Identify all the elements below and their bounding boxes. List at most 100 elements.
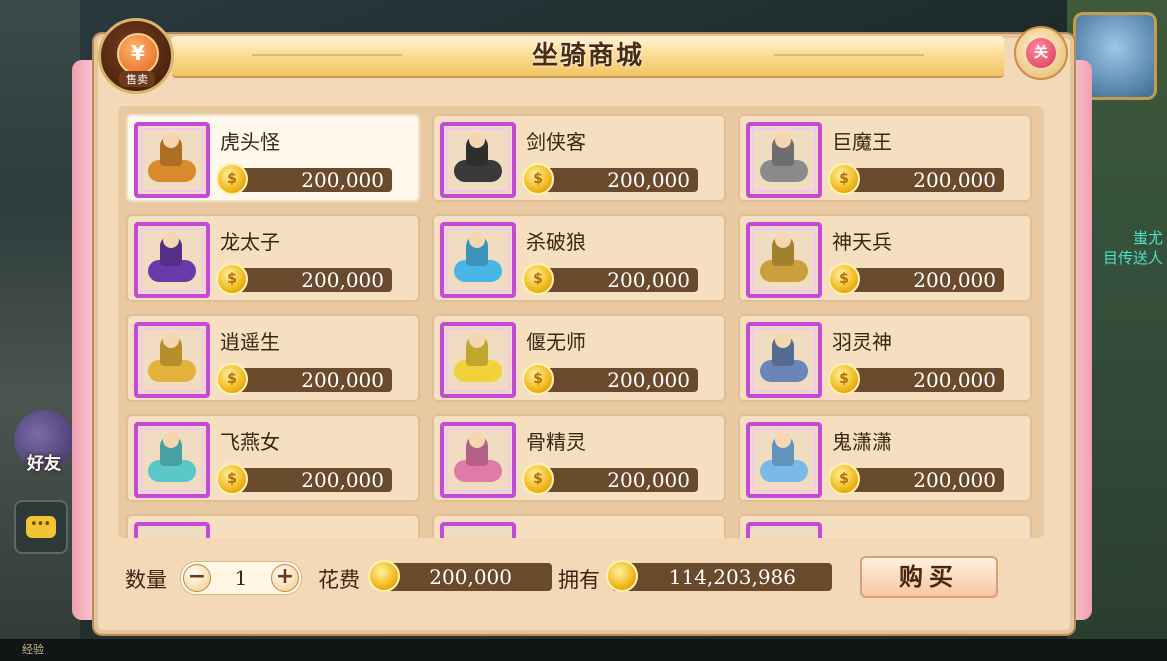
mount-price: 200,000 [301, 168, 384, 192]
price-display: 200,000 [530, 468, 698, 492]
chat-button[interactable] [14, 500, 68, 554]
gold-coin-icon: $ [828, 263, 860, 295]
mount-item-card-partial[interactable] [432, 514, 726, 538]
mount-name: 逍遥生 [220, 330, 280, 354]
close-label: 关 [1034, 45, 1048, 61]
mount-thumbnail [440, 222, 516, 298]
mount-thumbnail [134, 122, 210, 198]
mount-name: 飞燕女 [220, 430, 280, 454]
mount-item-card[interactable]: 巨魔王 200,000 $ [738, 114, 1032, 202]
mount-item-card[interactable]: 虎头怪 200,000 $ [126, 114, 420, 202]
close-icon: 关 [1026, 38, 1056, 68]
mount-grid[interactable]: 虎头怪 200,000 $ 剑侠客 200,000 $ 巨魔王 200,000 $ 龙太子 200,… [118, 106, 1044, 538]
mount-price: 200,000 [607, 368, 690, 392]
price-display: 200,000 [836, 168, 1004, 192]
mount-price: 200,000 [607, 268, 690, 292]
price-display: 200,000 [224, 368, 392, 392]
cost-label: 花费 [318, 568, 360, 592]
gold-coin-icon: $ [522, 263, 554, 295]
mount-thumbnail [440, 522, 516, 538]
coin-glyph: $ [533, 171, 543, 187]
coin-glyph: $ [227, 371, 237, 387]
gold-coin-icon: $ [216, 263, 248, 295]
sell-coin-glyph: ¥ [131, 41, 145, 65]
gold-coin-icon: $ [216, 363, 248, 395]
chat-icon [26, 516, 56, 538]
rider-head [163, 432, 179, 448]
mount-item-card[interactable]: 飞燕女 200,000 $ [126, 414, 420, 502]
gold-coin-icon: $ [828, 463, 860, 495]
mount-item-card[interactable]: 杀破狼 200,000 $ [432, 214, 726, 302]
mount-thumbnail [440, 122, 516, 198]
gold-coin-icon: $ [216, 463, 248, 495]
friends-button[interactable]: 好友 [14, 410, 74, 474]
mount-item-card-partial[interactable] [738, 514, 1032, 538]
quantity-minus-button[interactable]: − [183, 564, 211, 592]
price-display: 200,000 [836, 268, 1004, 292]
mount-item-card[interactable]: 剑侠客 200,000 $ [432, 114, 726, 202]
mount-item-card[interactable]: 偃无师 200,000 $ [432, 314, 726, 402]
coin-glyph: $ [227, 171, 237, 187]
title-bar: 坐骑商城 [172, 36, 1004, 78]
mount-price: 200,000 [301, 368, 384, 392]
gold-coin-icon: $ [522, 463, 554, 495]
mount-thumbnail [440, 422, 516, 498]
quantity-value[interactable]: 1 [211, 562, 271, 594]
sell-coin-icon: ¥ [117, 33, 159, 75]
rider-head [469, 332, 485, 348]
sell-label: 售卖 [119, 71, 155, 87]
mount-thumbnail [746, 422, 822, 498]
mount-item-card[interactable]: 羽灵神 200,000 $ [738, 314, 1032, 402]
mount-price: 200,000 [607, 168, 690, 192]
mount-price: 200,000 [913, 468, 996, 492]
mount-name: 神天兵 [832, 230, 892, 254]
price-display: 200,000 [530, 268, 698, 292]
quantity-plus-button[interactable]: + [271, 564, 299, 592]
rider-head [469, 232, 485, 248]
gold-coin-icon: $ [828, 363, 860, 395]
mount-price: 200,000 [607, 468, 690, 492]
npc-role-text: 目传送人 [1102, 249, 1163, 267]
sell-button[interactable]: ¥ 售卖 [98, 18, 174, 94]
rider-head [469, 432, 485, 448]
purchase-bar: 数量 − 1 + 花费 200,000 拥有 114,203,986 购买 [118, 552, 1044, 608]
bottom-status-bar: 经验 [0, 639, 1167, 661]
coin-glyph: $ [839, 171, 849, 187]
owned-display: 114,203,986 [612, 563, 832, 591]
close-button[interactable]: 关 [1014, 26, 1068, 80]
mount-item-card[interactable]: 神天兵 200,000 $ [738, 214, 1032, 302]
quantity-label: 数量 [125, 568, 167, 592]
coin-glyph: $ [533, 271, 543, 287]
background-npc-text: 蚩尤 目传送人 [1103, 228, 1163, 268]
price-display: 200,000 [224, 268, 392, 292]
mount-price: 200,000 [913, 268, 996, 292]
mount-item-card-partial[interactable] [126, 514, 420, 538]
rider-head [775, 132, 791, 148]
mount-item-card[interactable]: 逍遥生 200,000 $ [126, 314, 420, 402]
mount-name: 虎头怪 [220, 130, 280, 154]
mount-item-card[interactable]: 骨精灵 200,000 $ [432, 414, 726, 502]
owned-coin-icon [606, 560, 638, 592]
cost-coin-icon [368, 560, 400, 592]
coin-glyph: $ [533, 471, 543, 487]
mount-thumbnail [134, 522, 210, 538]
mount-thumbnail [746, 522, 822, 538]
mount-thumbnail [134, 322, 210, 398]
rider-head [163, 232, 179, 248]
cost-value: 200,000 [429, 565, 512, 589]
mount-thumbnail [746, 122, 822, 198]
buy-button[interactable]: 购买 [860, 556, 998, 598]
rider-head [163, 132, 179, 148]
price-display: 200,000 [530, 168, 698, 192]
coin-glyph: $ [533, 371, 543, 387]
price-display: 200,000 [224, 168, 392, 192]
rider-head [469, 132, 485, 148]
price-display: 200,000 [836, 468, 1004, 492]
rider-head [775, 332, 791, 348]
mount-name: 杀破狼 [526, 230, 586, 254]
mount-thumbnail [746, 222, 822, 298]
friends-label: 好友 [27, 454, 61, 474]
rider-head [775, 232, 791, 248]
mount-item-card[interactable]: 鬼潇潇 200,000 $ [738, 414, 1032, 502]
mount-item-card[interactable]: 龙太子 200,000 $ [126, 214, 420, 302]
